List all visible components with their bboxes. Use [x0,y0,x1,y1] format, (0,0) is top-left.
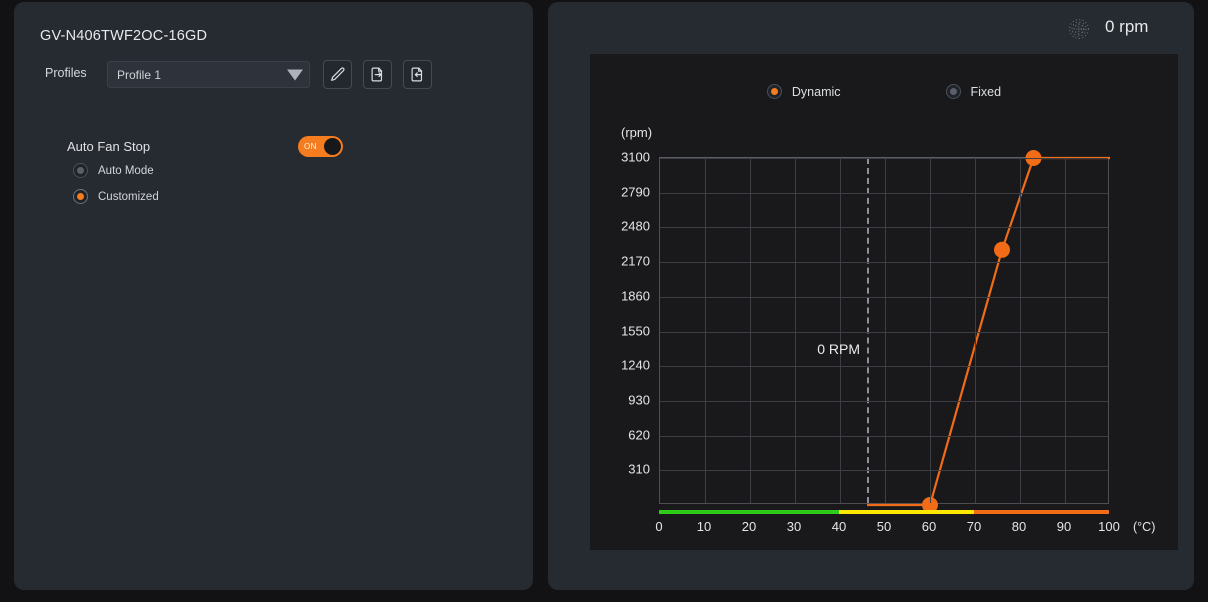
x-tick-label: 40 [831,519,847,534]
device-model-title: GV-N406TWF2OC-16GD [40,28,208,44]
file-export-icon [369,66,386,83]
gridline-horizontal [660,435,1108,437]
radio-customized[interactable]: Customized [73,189,159,204]
profiles-label: Profiles [45,66,87,80]
gridline-vertical [795,158,796,503]
temperature-bar-segment [974,510,1109,514]
y-tick-label: 620 [628,427,650,443]
chart-legend: Dynamic Fixed [590,84,1178,99]
gridline-horizontal [660,400,1108,402]
x-tick-label: 50 [876,519,892,534]
legend-item-fixed[interactable]: Fixed [945,84,1002,99]
toggle-knob [324,138,341,155]
x-tick-label: 0 [655,519,663,534]
chevron-down-icon [287,69,303,80]
x-tick-label: 20 [741,519,757,534]
gridline-horizontal [660,192,1108,194]
x-tick-label: 100 [1098,519,1120,534]
x-tick-label: 90 [1056,519,1072,534]
app-root: GV-N406TWF2OC-16GD Profiles Profile 1 Au… [0,0,1208,602]
gridline-vertical [885,158,886,503]
export-profile-button[interactable] [363,60,392,89]
radio-customized-label: Customized [98,190,159,203]
auto-fan-stop-toggle-state: ON [304,142,317,151]
gridline-vertical [1065,158,1066,503]
pencil-icon [329,66,346,83]
gridline-horizontal [660,366,1108,368]
gridline-vertical [930,158,931,503]
curve-control-point[interactable] [994,241,1010,258]
edit-profile-button[interactable] [323,60,352,89]
x-axis-ticks: 0 10 20 30 40 50 60 70 80 90 100 [655,519,1119,539]
y-tick-label: 1550 [621,323,650,338]
profile-select[interactable]: Profile 1 [107,61,310,88]
radio-icon [73,163,88,178]
fan-settings-panel: GV-N406TWF2OC-16GD Profiles Profile 1 Au… [14,2,533,590]
y-tick-label: 3100 [621,149,650,165]
x-tick-label: 10 [696,519,712,534]
import-profile-button[interactable] [403,60,432,89]
gridline-horizontal [660,331,1108,333]
profile-select-value: Profile 1 [117,67,162,82]
rpm-readout: 0 rpm [1105,17,1149,36]
gridline-vertical [750,158,751,503]
temperature-bar-segment [659,510,839,514]
gridline-vertical [840,158,841,503]
auto-fan-stop-toggle[interactable]: ON [298,136,343,157]
y-tick-label: 2790 [621,184,650,200]
radio-auto-mode-label: Auto Mode [98,164,154,177]
gridline-vertical [975,158,976,503]
gridline-horizontal [660,158,1108,159]
legend-item-dynamic[interactable]: Dynamic [766,84,841,99]
gridline-vertical [1020,158,1021,503]
radio-auto-mode[interactable]: Auto Mode [73,163,154,178]
y-tick-label: 310 [628,461,650,477]
x-tick-label: 70 [966,519,982,534]
x-tick-label: 60 [921,519,937,534]
y-tick-label: 1860 [621,288,650,304]
radio-icon-selected [766,84,782,99]
plot-area[interactable] [659,150,1110,513]
auto-fan-stop-label: Auto Fan Stop [67,139,151,154]
x-axis-unit-label: (°C) [1133,520,1156,534]
gridline-horizontal [660,296,1108,298]
temperature-color-bar [659,510,1109,514]
file-import-icon [409,66,426,83]
gridline-horizontal [660,470,1108,472]
radio-icon-selected [73,189,88,204]
y-tick-label: 2170 [621,253,650,269]
gridline-horizontal [660,227,1108,229]
x-tick-label: 30 [786,519,802,534]
gridline-vertical [705,158,706,503]
y-tick-label: 1240 [621,357,650,373]
gridline-horizontal [660,262,1108,264]
radio-icon [945,84,961,99]
legend-label-dynamic: Dynamic [791,84,841,99]
y-tick-label: 930 [628,392,650,408]
x-tick-label: 80 [1011,519,1027,534]
y-axis-unit-label: (rpm) [621,125,653,140]
temperature-bar-segment [839,510,974,514]
y-tick-label: 2480 [621,218,650,234]
zero-rpm-annotation: 0 RPM [817,340,860,357]
legend-label-fixed: Fixed [970,84,1002,99]
fan-spinning-icon [1066,16,1092,42]
y-axis-ticks: 310 620 930 1240 1550 1860 2170 2480 2790 3100 [598,150,650,504]
